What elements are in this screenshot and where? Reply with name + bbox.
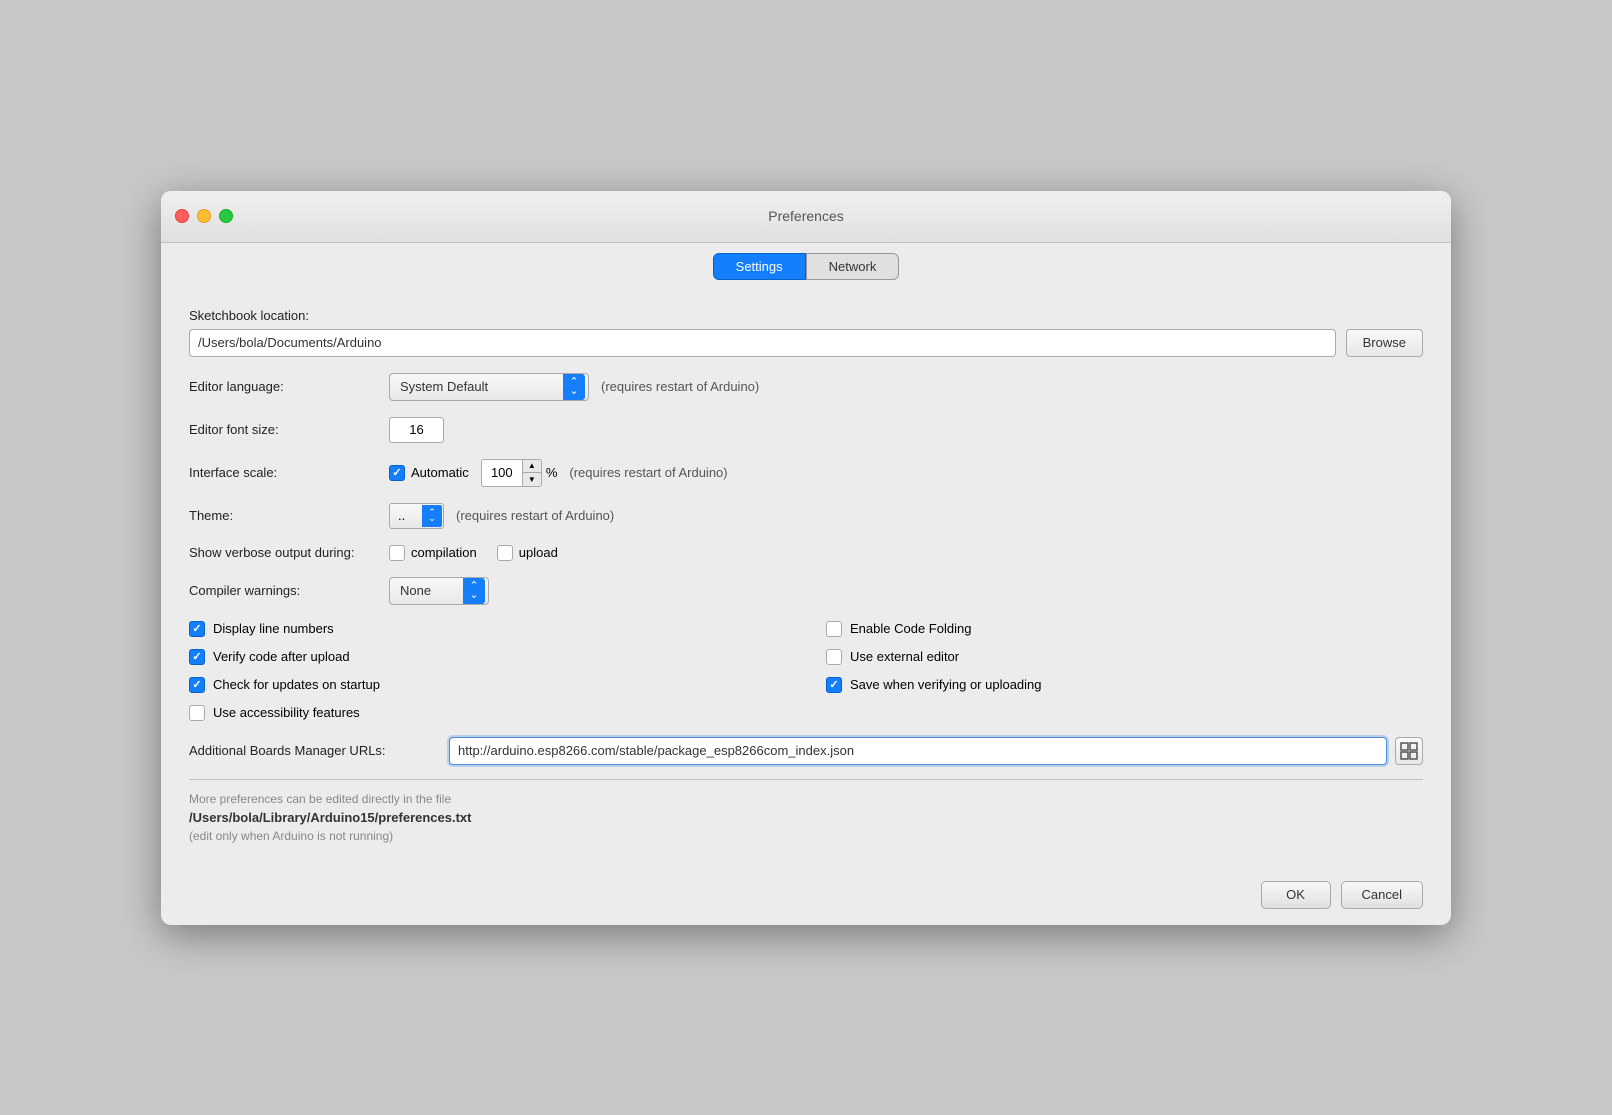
theme-select-wrapper: .. [389, 503, 444, 529]
verify-code-checkbox[interactable] [189, 649, 205, 665]
close-button[interactable] [175, 209, 189, 223]
use-external-editor-label: Use external editor [850, 649, 959, 664]
editor-language-row: Editor language: System Default (require… [189, 373, 1423, 401]
interface-scale-label: Interface scale: [189, 465, 389, 480]
percent-value: 100 [482, 463, 522, 482]
check-for-updates-checkbox-wrapper[interactable]: Check for updates on startup [189, 677, 786, 693]
info-path: /Users/bola/Library/Arduino15/preference… [189, 810, 1423, 825]
percent-stepper-arrows: ▲ ▼ [522, 460, 541, 486]
additional-boards-label: Additional Boards Manager URLs: [189, 743, 449, 758]
editor-font-size-input[interactable] [389, 417, 444, 443]
check-for-updates-checkbox[interactable] [189, 677, 205, 693]
compiler-warnings-row: Compiler warnings: None [189, 577, 1423, 605]
use-external-editor-checkbox[interactable] [826, 649, 842, 665]
info-note: (edit only when Arduino is not running) [189, 829, 1423, 843]
editor-language-note: (requires restart of Arduino) [601, 379, 759, 394]
divider [189, 779, 1423, 780]
ok-button[interactable]: OK [1261, 881, 1331, 909]
info-section: More preferences can be edited directly … [189, 792, 1423, 843]
tab-network[interactable]: Network [806, 253, 900, 280]
editor-language-select-wrapper: System Default [389, 373, 589, 401]
percent-increase-button[interactable]: ▲ [523, 460, 541, 473]
sketchbook-section: Sketchbook location: Browse [189, 308, 1423, 357]
window-title: Preferences [768, 208, 843, 224]
tabs-bar: Settings Network [161, 243, 1451, 292]
titlebar: Preferences [161, 191, 1451, 243]
verify-code-checkbox-wrapper[interactable]: Verify code after upload [189, 649, 786, 665]
editor-language-label: Editor language: [189, 379, 389, 394]
sketchbook-path-input[interactable] [189, 329, 1336, 357]
display-line-numbers-label: Display line numbers [213, 621, 334, 636]
browse-button[interactable]: Browse [1346, 329, 1423, 357]
additional-boards-input[interactable] [449, 737, 1387, 765]
percent-decrease-button[interactable]: ▼ [523, 473, 541, 486]
auto-scale-label: Automatic [411, 465, 469, 480]
theme-row: Theme: .. (requires restart of Arduino) [189, 503, 1423, 529]
interface-scale-note: (requires restart of Arduino) [569, 465, 727, 480]
minimize-button[interactable] [197, 209, 211, 223]
upload-checkbox[interactable] [497, 545, 513, 561]
auto-scale-checkbox-wrapper[interactable]: Automatic [389, 465, 469, 481]
compilation-checkbox-wrapper[interactable]: compilation [389, 545, 477, 561]
tab-settings[interactable]: Settings [713, 253, 806, 280]
editor-font-size-label: Editor font size: [189, 422, 389, 437]
percent-symbol: % [546, 465, 558, 480]
compiler-warnings-label: Compiler warnings: [189, 583, 389, 598]
preferences-content: Sketchbook location: Browse Editor langu… [161, 292, 1451, 871]
percent-stepper: 100 ▲ ▼ [481, 459, 542, 487]
sketchbook-input-row: Browse [189, 329, 1423, 357]
enable-code-folding-checkbox-wrapper[interactable]: Enable Code Folding [826, 621, 1423, 637]
use-accessibility-checkbox-wrapper[interactable]: Use accessibility features [189, 705, 786, 721]
cancel-button[interactable]: Cancel [1341, 881, 1423, 909]
info-text: More preferences can be edited directly … [189, 792, 1423, 806]
display-line-numbers-checkbox-wrapper[interactable]: Display line numbers [189, 621, 786, 637]
compilation-label: compilation [411, 545, 477, 560]
compiler-warnings-select[interactable]: None [389, 577, 489, 605]
check-for-updates-label: Check for updates on startup [213, 677, 380, 692]
compiler-warnings-select-wrapper: None [389, 577, 489, 605]
additional-boards-icon-button[interactable] [1395, 737, 1423, 765]
theme-select[interactable]: .. [389, 503, 444, 529]
theme-note: (requires restart of Arduino) [456, 508, 614, 523]
verbose-output-row: Show verbose output during: compilation … [189, 545, 1423, 561]
save-when-verifying-checkbox-wrapper[interactable]: Save when verifying or uploading [826, 677, 1423, 693]
enable-code-folding-label: Enable Code Folding [850, 621, 971, 636]
preferences-window: Preferences Settings Network Sketchbook … [161, 191, 1451, 925]
verify-code-label: Verify code after upload [213, 649, 350, 664]
auto-scale-checkbox[interactable] [389, 465, 405, 481]
save-when-verifying-checkbox[interactable] [826, 677, 842, 693]
enable-code-folding-checkbox[interactable] [826, 621, 842, 637]
use-external-editor-checkbox-wrapper[interactable]: Use external editor [826, 649, 1423, 665]
window-controls [175, 209, 233, 223]
theme-label: Theme: [189, 508, 389, 523]
maximize-button[interactable] [219, 209, 233, 223]
compilation-checkbox[interactable] [389, 545, 405, 561]
upload-label: upload [519, 545, 558, 560]
checkboxes-grid: Display line numbers Enable Code Folding… [189, 621, 1423, 721]
use-accessibility-label: Use accessibility features [213, 705, 360, 720]
upload-checkbox-wrapper[interactable]: upload [497, 545, 558, 561]
use-accessibility-checkbox[interactable] [189, 705, 205, 721]
sketchbook-label: Sketchbook location: [189, 308, 1423, 323]
editor-language-select[interactable]: System Default [389, 373, 589, 401]
editor-font-size-row: Editor font size: [189, 417, 1423, 443]
grid-icon [1400, 742, 1418, 760]
verbose-output-label: Show verbose output during: [189, 545, 389, 560]
footer: OK Cancel [161, 871, 1451, 925]
additional-boards-row: Additional Boards Manager URLs: [189, 737, 1423, 765]
interface-scale-row: Interface scale: Automatic 100 ▲ ▼ % (re… [189, 459, 1423, 487]
display-line-numbers-checkbox[interactable] [189, 621, 205, 637]
save-when-verifying-label: Save when verifying or uploading [850, 677, 1042, 692]
